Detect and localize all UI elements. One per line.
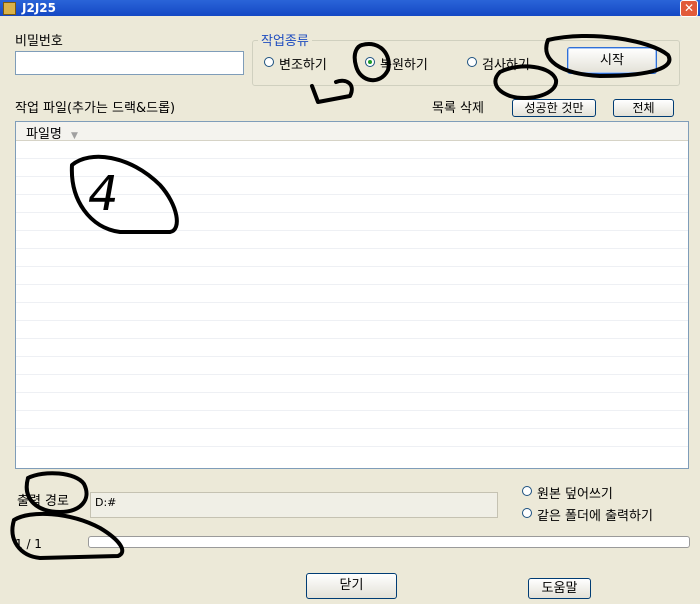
password-field[interactable]	[15, 51, 244, 75]
help-button[interactable]: 도움말	[528, 578, 591, 599]
radio-modify[interactable]	[264, 57, 274, 67]
password-label: 비밀번호	[15, 34, 63, 49]
radio-modify-label[interactable]: 변조하기	[279, 54, 327, 73]
app-icon	[3, 2, 16, 15]
progress-bar	[88, 536, 690, 548]
radio-same-folder-label[interactable]: 같은 폴더에 출력하기	[537, 505, 653, 524]
delete-successful-button[interactable]: 성공한 것만	[512, 99, 596, 117]
progress-count: 1 / 1	[15, 537, 42, 551]
column-filename-label: 파일명	[26, 127, 62, 142]
delete-list-label: 목록 삭제	[432, 101, 484, 116]
output-path-label: 출력 경로	[17, 494, 69, 509]
list-header: 파일명 ▼	[16, 122, 688, 142]
radio-same-folder[interactable]	[522, 508, 532, 518]
column-header-filename[interactable]: 파일명 ▼	[26, 123, 106, 142]
radio-check-label[interactable]: 검사하기	[482, 54, 530, 73]
close-window-button[interactable]: ✕	[680, 0, 698, 17]
start-button[interactable]: 시작	[567, 47, 657, 74]
file-list-label: 작업 파일(추가는 드랙&드롭)	[15, 101, 176, 116]
delete-all-button[interactable]: 전체	[613, 99, 674, 117]
radio-check[interactable]	[467, 57, 477, 67]
close-button[interactable]: 닫기	[306, 573, 397, 599]
window-title: J2J25	[22, 1, 56, 15]
output-path-field: D:#	[90, 492, 498, 518]
output-path-value: D:#	[95, 496, 117, 509]
radio-overwrite-label[interactable]: 원본 덮어쓰기	[537, 483, 613, 502]
job-type-title: 작업종류	[258, 30, 312, 49]
radio-overwrite[interactable]	[522, 486, 532, 496]
radio-restore[interactable]	[365, 57, 375, 67]
radio-restore-label[interactable]: 복원하기	[380, 54, 428, 73]
title-bar: J2J25 ✕	[0, 0, 700, 17]
sort-arrow-icon: ▼	[71, 131, 78, 141]
